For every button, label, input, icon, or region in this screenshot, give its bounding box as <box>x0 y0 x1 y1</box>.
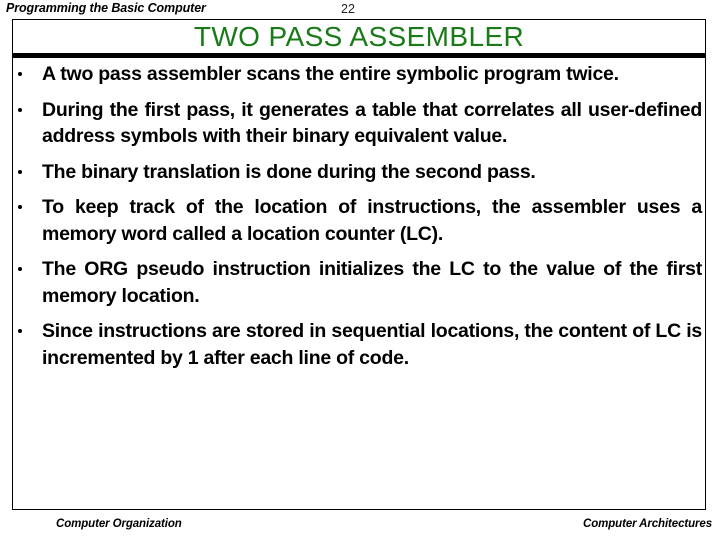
list-item-text: Since instructions are stored in sequent… <box>42 320 702 369</box>
bullet-dot-icon <box>18 329 22 334</box>
footer-right-text: Computer Architectures <box>582 518 712 530</box>
list-item-text: During the first pass, it generates a ta… <box>42 98 702 148</box>
content-box: TWO PASS ASSEMBLER A two pass assembler … <box>12 19 706 510</box>
bullet-dot-icon <box>18 205 22 210</box>
list-item-text: The binary translation is done during th… <box>42 160 536 183</box>
list-item: To keep track of the location of instruc… <box>13 194 705 247</box>
list-item: The binary translation is done during th… <box>13 159 705 186</box>
bullet-list: A two pass assembler scans the entire sy… <box>13 61 705 371</box>
slide-header: Programming the Basic Computer 22 <box>0 0 720 19</box>
page-title: TWO PASS ASSEMBLER <box>193 20 525 52</box>
list-item: A two pass assembler scans the entire sy… <box>13 61 705 88</box>
list-item-text: The ORG pseudo instruction initializes t… <box>42 258 702 307</box>
page-number: 22 <box>341 2 355 16</box>
list-item-text: To keep track of the location of instruc… <box>42 196 702 245</box>
header-title: Programming the Basic Computer <box>6 1 206 15</box>
title-area: TWO PASS ASSEMBLER <box>13 20 705 53</box>
title-divider <box>13 53 705 58</box>
slide-footer: Computer Organization Computer Architect… <box>0 518 720 540</box>
bullet-dot-icon <box>18 169 22 174</box>
list-item-text: A two pass assembler scans the entire sy… <box>42 63 619 85</box>
slide: Programming the Basic Computer 22 TWO PA… <box>0 0 720 540</box>
bullet-dot-icon <box>18 267 22 272</box>
bullet-dot-icon <box>18 72 22 76</box>
list-item: During the first pass, it generates a ta… <box>13 97 705 150</box>
bullet-dot-icon <box>18 107 22 112</box>
footer-left-text: Computer Organization <box>56 518 182 530</box>
list-item: The ORG pseudo instruction initializes t… <box>13 256 705 309</box>
list-item: Since instructions are stored in sequent… <box>13 318 705 371</box>
